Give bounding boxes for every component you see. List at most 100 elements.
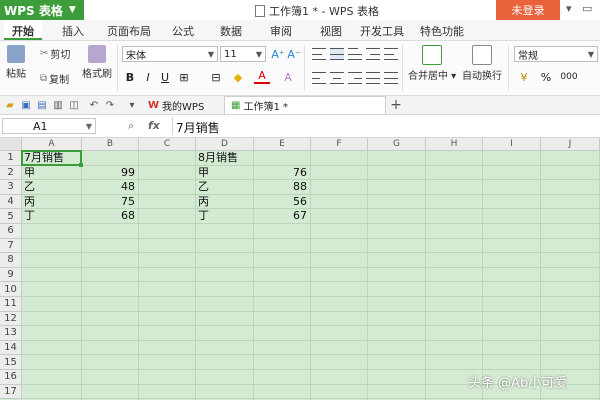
column-header-J[interactable]: J	[541, 138, 600, 151]
distributed-icon[interactable]	[384, 72, 398, 84]
row-header-4[interactable]: 4	[0, 194, 22, 210]
cell-A2[interactable]: 甲	[24, 166, 35, 180]
fill-handle[interactable]	[79, 162, 83, 167]
column-header-I[interactable]: I	[483, 138, 541, 151]
cell-E2[interactable]: 76	[254, 166, 307, 180]
row-header-16[interactable]: 16	[0, 370, 22, 385]
cell-B3[interactable]: 48	[82, 180, 135, 194]
row-header-13[interactable]: 13	[0, 326, 22, 341]
menu-data[interactable]: 数据	[220, 23, 242, 39]
save-icon[interactable]: ▣	[20, 99, 32, 111]
format-painter-button[interactable]: 格式刷	[82, 45, 112, 80]
menu-formula[interactable]: 公式	[172, 23, 194, 39]
menu-insert[interactable]: 插入	[62, 23, 84, 39]
customize-icon[interactable]: ▾	[126, 99, 138, 111]
border-icon[interactable]: ⊞	[176, 69, 192, 85]
increase-font-icon[interactable]: A⁺	[270, 46, 286, 62]
decrease-font-icon[interactable]: A⁻	[286, 46, 302, 62]
underline-button[interactable]: U	[157, 69, 173, 85]
column-header-C[interactable]: C	[139, 138, 196, 151]
align-bottom-icon[interactable]	[348, 48, 362, 60]
menu-review[interactable]: 审阅	[270, 23, 292, 39]
row-header-11[interactable]: 11	[0, 297, 22, 312]
column-header-G[interactable]: G	[368, 138, 426, 151]
percent-button[interactable]: %	[538, 69, 554, 85]
cell-D4[interactable]: 丙	[198, 195, 209, 209]
app-menu-button[interactable]: WPS 表格 ▼	[0, 0, 84, 20]
column-header-E[interactable]: E	[254, 138, 311, 151]
copy-button[interactable]: ⧉ 复制	[40, 71, 69, 86]
zoom-icon[interactable]: ⌕	[128, 119, 134, 133]
print-icon[interactable]: ▥	[52, 99, 64, 111]
row-header-2[interactable]: 2	[0, 165, 22, 181]
row-header-15[interactable]: 15	[0, 355, 22, 370]
row-header-8[interactable]: 8	[0, 253, 22, 268]
fill-color-icon[interactable]: ◆	[230, 69, 246, 85]
row-header-9[interactable]: 9	[0, 267, 22, 283]
menu-developer[interactable]: 开发工具	[360, 23, 404, 39]
export-pdf-icon[interactable]: ▤	[36, 99, 48, 111]
font-name-select[interactable]: 宋体 ▼	[122, 46, 218, 62]
clear-format-icon[interactable]: A	[280, 69, 296, 85]
outdent-icon[interactable]	[384, 48, 398, 60]
cell-D5[interactable]: 丁	[198, 209, 209, 223]
row-header-17[interactable]: 17	[0, 384, 22, 400]
menu-view[interactable]: 视图	[320, 23, 342, 39]
bold-button[interactable]: B	[122, 69, 138, 85]
currency-icon[interactable]: ¥	[516, 69, 532, 85]
merge-center-button[interactable]: 合并居中 ▾	[408, 45, 456, 82]
column-header-F[interactable]: F	[311, 138, 368, 151]
menu-page-layout[interactable]: 页面布局	[107, 23, 151, 39]
folder-icon[interactable]: ▰	[4, 99, 16, 111]
cell-D1[interactable]: 8月销售	[198, 151, 238, 165]
column-header-B[interactable]: B	[82, 138, 139, 151]
wrap-text-button[interactable]: 自动换行	[462, 45, 502, 82]
paste-button[interactable]: 粘贴	[6, 45, 26, 80]
cell-D2[interactable]: 甲	[198, 166, 209, 180]
tab-mywps[interactable]: W 我的WPS	[142, 96, 210, 114]
row-header-7[interactable]: 7	[0, 238, 22, 254]
cell-E4[interactable]: 56	[254, 195, 307, 209]
fx-button[interactable]: fx	[148, 119, 160, 132]
align-top-icon[interactable]	[312, 48, 326, 60]
cell-A4[interactable]: 丙	[24, 195, 35, 209]
indent-icon[interactable]	[366, 48, 380, 60]
align-center-icon[interactable]	[330, 72, 344, 84]
cell-A5[interactable]: 丁	[24, 209, 35, 223]
shirt-icon[interactable]: ▾	[566, 2, 572, 15]
name-box[interactable]: A1 ▼	[2, 118, 96, 134]
redo-icon[interactable]: ↷	[104, 99, 116, 111]
row-header-12[interactable]: 12	[0, 311, 22, 327]
cell-A3[interactable]: 乙	[24, 180, 35, 194]
login-button[interactable]: 未登录	[496, 0, 560, 20]
cell-B5[interactable]: 68	[82, 209, 135, 223]
row-header-3[interactable]: 3	[0, 180, 22, 195]
cell-D3[interactable]: 乙	[198, 180, 209, 194]
column-header-H[interactable]: H	[426, 138, 483, 151]
menu-special[interactable]: 特色功能	[420, 23, 464, 39]
row-header-5[interactable]: 5	[0, 209, 22, 224]
undo-icon[interactable]: ↶	[88, 99, 100, 111]
cut-button[interactable]: ✂ 剪切	[40, 46, 70, 61]
cell-B2[interactable]: 99	[82, 166, 135, 180]
menu-start[interactable]: 开始	[4, 20, 42, 40]
row-header-1[interactable]: 1	[0, 151, 22, 166]
cell-E5[interactable]: 67	[254, 209, 307, 223]
row-header-6[interactable]: 6	[0, 224, 22, 239]
tab-workbook[interactable]: ▦ 工作簿1 *	[224, 96, 386, 114]
formula-input[interactable]	[172, 117, 599, 135]
align-left-icon[interactable]	[312, 72, 326, 84]
minimize-icon[interactable]: ▭	[582, 2, 592, 15]
align-middle-icon[interactable]	[330, 48, 344, 60]
justify-icon[interactable]	[366, 72, 380, 84]
font-color-icon[interactable]: A	[254, 69, 270, 84]
thousands-button[interactable]: 000	[558, 69, 580, 85]
spreadsheet-grid[interactable]: A B C D E F G H I J 1 2 3 4 5 6 7 8 9 10 11 12 13 14 15 16 17 7月销售甲…	[0, 138, 600, 400]
print-preview-icon[interactable]: ◫	[68, 99, 80, 111]
align-right-icon[interactable]	[348, 72, 362, 84]
cell-B4[interactable]: 75	[82, 195, 135, 209]
row-header-14[interactable]: 14	[0, 340, 22, 356]
font-size-select[interactable]: 11 ▼	[220, 46, 266, 62]
italic-button[interactable]: I	[140, 69, 156, 85]
column-header-D[interactable]: D	[196, 138, 254, 151]
